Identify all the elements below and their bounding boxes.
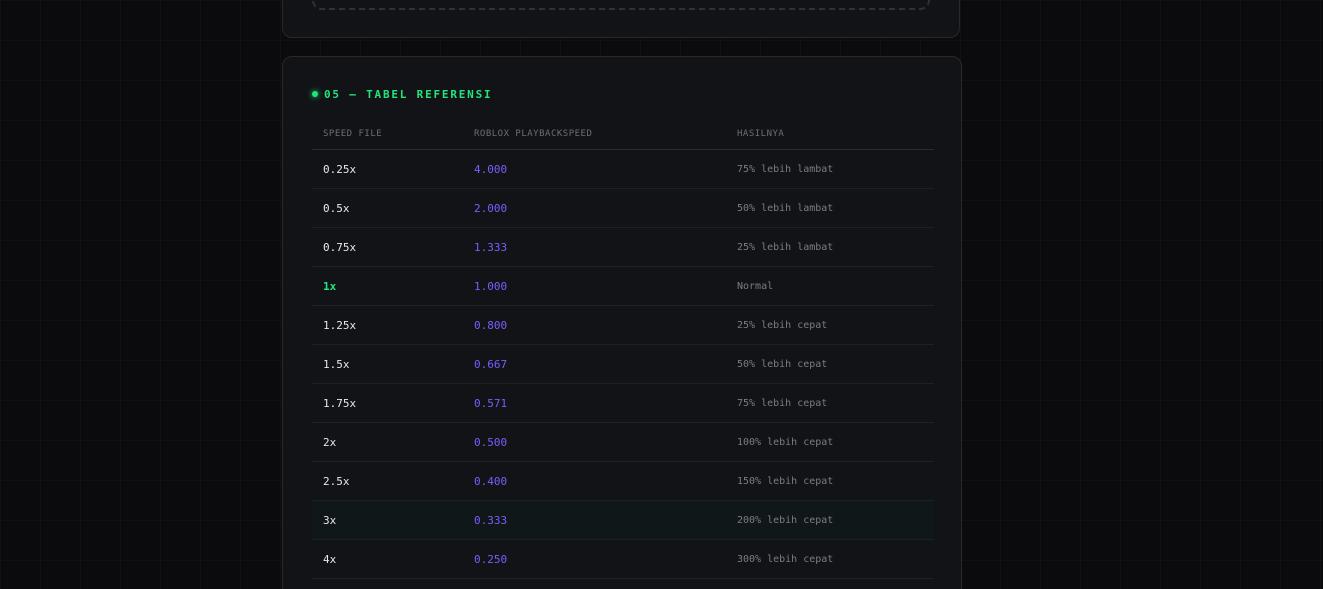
card-top-glow [323,56,921,57]
playbackspeed-cell: 0.800 [474,318,508,332]
speed-cell: 1.5x [323,357,350,371]
playbackspeed-cell: 0.571 [474,396,508,410]
playbackspeed-cell: 0.667 [474,357,508,371]
speed-cell: 0.25x [323,162,357,176]
result-cell: 50% lebih lambat [737,202,834,214]
speed-cell: 3x [323,513,337,527]
speed-cell: 1x [323,279,337,293]
table-row: 1.75x 0.571 75% lebih cepat [312,384,934,423]
header-speed-file: SPEED FILE [323,129,383,139]
table-row: 2.5x 0.400 150% lebih cepat [312,462,934,501]
result-cell: 25% lebih lambat [737,241,834,253]
speed-cell: 0.5x [323,201,350,215]
result-cell: 25% lebih cepat [737,319,828,331]
playbackspeed-cell: 1.333 [474,240,508,254]
table-row: 1.25x 0.800 25% lebih cepat [312,306,934,345]
table-row: 4x 0.250 300% lebih cepat [312,540,934,579]
result-cell: 100% lebih cepat [737,436,834,448]
table-row-hovered: 3x 0.333 200% lebih cepat [312,501,934,540]
table-row: 2x 0.500 100% lebih cepat [312,423,934,462]
table-row: 0.25x 4.000 75% lebih lambat [312,150,934,189]
table-row: 0.75x 1.333 25% lebih lambat [312,228,934,267]
result-cell: 75% lebih lambat [737,163,834,175]
result-cell: 150% lebih cepat [737,475,834,487]
result-cell: 75% lebih cepat [737,397,828,409]
section-title: 05 — TABEL REFERENSI [324,87,493,101]
speed-cell: 2.5x [323,474,350,488]
speed-cell: 4x [323,552,337,566]
result-cell: 300% lebih cepat [737,553,834,565]
status-dot-icon [312,91,318,97]
table-row: 1.5x 0.667 50% lebih cepat [312,345,934,384]
header-hasilnya: HASILNYA [737,129,785,139]
upload-card [282,0,960,38]
speed-cell: 1.25x [323,318,357,332]
table-row-normal: 1x 1.000 Normal [312,267,934,306]
table-row: 0.5x 2.000 50% lebih lambat [312,189,934,228]
reference-table: SPEED FILE ROBLOX PLAYBACKSPEED HASILNYA… [312,119,934,579]
playbackspeed-cell: 2.000 [474,201,508,215]
playbackspeed-cell: 0.500 [474,435,508,449]
page: 05 — TABEL REFERENSI SPEED FILE ROBLOX P… [0,0,1323,589]
playbackspeed-cell: 0.333 [474,513,508,527]
reference-table-card: 05 — TABEL REFERENSI SPEED FILE ROBLOX P… [282,56,962,589]
upload-dropzone[interactable] [312,0,930,10]
playbackspeed-cell: 1.000 [474,279,508,293]
playbackspeed-cell: 0.400 [474,474,508,488]
speed-cell: 1.75x [323,396,357,410]
result-cell: 50% lebih cepat [737,358,828,370]
section-header: 05 — TABEL REFERENSI [312,87,492,101]
result-cell: 200% lebih cepat [737,514,834,526]
playbackspeed-cell: 4.000 [474,162,508,176]
table-header: SPEED FILE ROBLOX PLAYBACKSPEED HASILNYA [312,119,934,150]
header-roblox-playbackspeed: ROBLOX PLAYBACKSPEED [474,129,593,139]
speed-cell: 0.75x [323,240,357,254]
playbackspeed-cell: 0.250 [474,552,508,566]
result-cell: Normal [737,280,774,292]
speed-cell: 2x [323,435,337,449]
